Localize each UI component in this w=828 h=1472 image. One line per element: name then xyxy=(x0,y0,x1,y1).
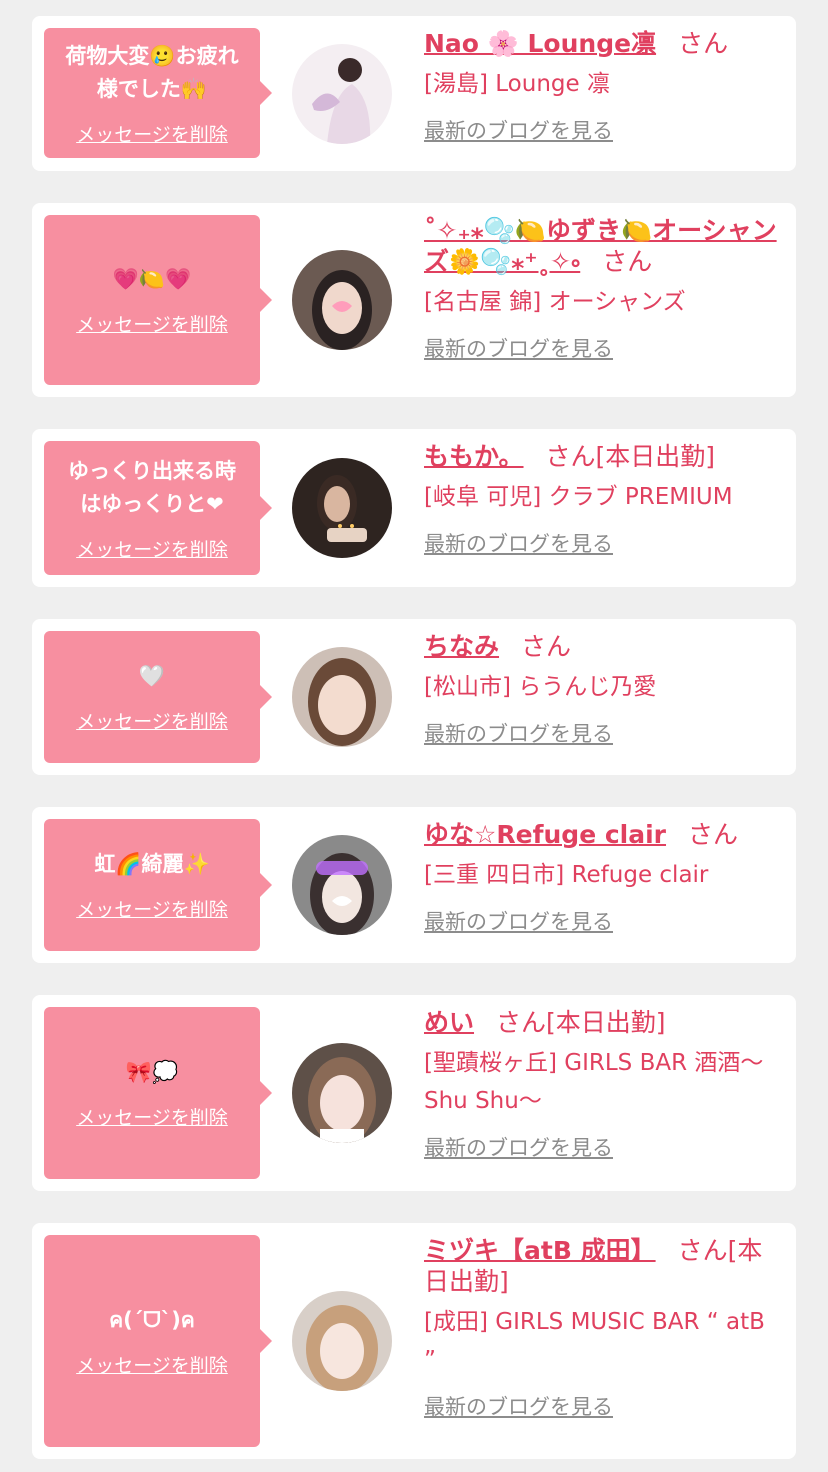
message-bubble: 🤍 メッセージを削除 xyxy=(44,631,272,763)
message-text: ゆっくり出来る時 はゆっくりと❤︎ xyxy=(68,458,236,516)
avatar-image xyxy=(292,647,392,747)
honorific: さん xyxy=(688,820,739,849)
cast-name-link[interactable]: ミヅキ【atB 成田】 xyxy=(424,1236,656,1265)
cast-name-link[interactable]: Nao 🌸 Lounge凛 xyxy=(424,29,656,58)
message-card: 💗🍋💗 メッセージを削除 ˚✧₊⁎🫧🍋ゆずき🍋オーシャンズ🌼🫧⁎⁺˳✧༚ さん [… xyxy=(32,203,796,397)
delete-message-link[interactable]: メッセージを削除 xyxy=(76,120,228,147)
avatar[interactable] xyxy=(292,1043,392,1143)
avatar-image xyxy=(292,835,392,935)
message-list: 荷物大変🥲お疲れ 様でした🙌 メッセージを削除 Nao 🌸 Lounge凛 さん … xyxy=(0,0,828,1472)
latest-blog-link[interactable]: 最新のブログを見る xyxy=(424,333,613,363)
card-info: ミヅキ【atB 成田】 さん[本日出勤] [成田] GIRLS MUSIC BAR… xyxy=(424,1235,780,1421)
latest-blog-link[interactable]: 最新のブログを見る xyxy=(424,115,613,145)
message-card: ค(ˊᗜˋ)ค メッセージを削除 ミヅキ【atB 成田】 さん[本日出勤] [成田… xyxy=(32,1223,796,1459)
cast-name-link[interactable]: ˚✧₊⁎🫧🍋ゆずき🍋オーシャンズ🌼🫧⁎⁺˳✧༚ xyxy=(424,216,777,276)
honorific: さん xyxy=(521,632,572,661)
shop-info: [湯島] Lounge 凛 xyxy=(424,71,610,97)
latest-blog-link[interactable]: 最新のブログを見る xyxy=(424,718,613,748)
avatar-image xyxy=(292,44,392,144)
card-info: ちなみ さん [松山市] らうんじ乃愛 最新のブログを見る xyxy=(424,631,780,748)
card-info: めい さん[本日出勤] [聖蹟桜ヶ丘] GIRLS BAR 酒酒〜Shu Shu〜… xyxy=(424,1007,780,1162)
avatar[interactable] xyxy=(292,250,392,350)
latest-blog-link[interactable]: 最新のブログを見る xyxy=(424,906,613,936)
message-bubble: 虹🌈綺麗✨ メッセージを削除 xyxy=(44,819,272,951)
message-card: 🤍 メッセージを削除 ちなみ さん [松山市] らうんじ乃愛 最新のブログを見る xyxy=(32,619,796,775)
latest-blog-link[interactable]: 最新のブログを見る xyxy=(424,528,613,558)
honorific: さん xyxy=(678,29,729,58)
message-bubble: ค(ˊᗜˋ)ค メッセージを削除 xyxy=(44,1235,272,1447)
message-text: 荷物大変🥲お疲れ 様でした🙌 xyxy=(65,43,239,101)
delete-message-link[interactable]: メッセージを削除 xyxy=(76,1103,228,1130)
shop-info: [岐阜 可児] クラブ PREMIUM xyxy=(424,484,733,510)
message-card: ゆっくり出来る時 はゆっくりと❤︎ メッセージを削除 ももか。 さん[本日出勤] … xyxy=(32,429,796,587)
attendance-status: [本日出勤] xyxy=(595,442,716,471)
attendance-status: [本日出勤] xyxy=(546,1008,666,1037)
delete-message-link[interactable]: メッセージを削除 xyxy=(76,895,228,922)
delete-message-link[interactable]: メッセージを削除 xyxy=(76,1351,228,1378)
avatar[interactable] xyxy=(292,458,392,558)
delete-message-link[interactable]: メッセージを削除 xyxy=(76,310,228,337)
avatar-image xyxy=(292,458,392,558)
honorific: さん xyxy=(677,1236,728,1265)
latest-blog-link[interactable]: 最新のブログを見る xyxy=(424,1391,613,1421)
message-text: 🎀💭 xyxy=(125,1060,179,1084)
honorific: さん xyxy=(545,442,596,471)
message-card: 🎀💭 メッセージを削除 めい さん[本日出勤] [聖蹟桜ヶ丘] GIRLS BAR… xyxy=(32,995,796,1191)
shop-info: [三重 四日市] Refuge clair xyxy=(424,862,709,888)
card-info: ももか。 さん[本日出勤] [岐阜 可児] クラブ PREMIUM 最新のブログを… xyxy=(424,441,780,558)
avatar-image xyxy=(292,1043,392,1143)
avatar[interactable] xyxy=(292,835,392,935)
honorific: さん xyxy=(602,247,653,276)
avatar-image xyxy=(292,250,392,350)
shop-info: [成田] GIRLS MUSIC BAR “ atB ” xyxy=(424,1309,765,1373)
message-bubble: ゆっくり出来る時 はゆっくりと❤︎ メッセージを削除 xyxy=(44,441,272,575)
cast-name-link[interactable]: ちなみ xyxy=(424,632,499,661)
card-info: ˚✧₊⁎🫧🍋ゆずき🍋オーシャンズ🌼🫧⁎⁺˳✧༚ さん [名古屋 錦] オーシャンズ… xyxy=(424,215,780,363)
shop-info: [松山市] らうんじ乃愛 xyxy=(424,674,657,700)
message-text: 🤍 xyxy=(138,664,166,688)
card-info: Nao 🌸 Lounge凛 さん [湯島] Lounge 凛 最新のブログを見る xyxy=(424,28,780,145)
delete-message-link[interactable]: メッセージを削除 xyxy=(76,707,228,734)
avatar[interactable] xyxy=(292,647,392,747)
delete-message-link[interactable]: メッセージを削除 xyxy=(76,535,228,562)
latest-blog-link[interactable]: 最新のブログを見る xyxy=(424,1132,613,1162)
avatar[interactable] xyxy=(292,1291,392,1391)
cast-name-link[interactable]: ゆな☆Refuge clair xyxy=(424,820,666,849)
message-text: 💗🍋💗 xyxy=(112,267,192,291)
message-bubble: 💗🍋💗 メッセージを削除 xyxy=(44,215,272,385)
cast-name-link[interactable]: ももか。 xyxy=(424,442,524,471)
honorific: さん xyxy=(496,1008,547,1037)
message-card: 虹🌈綺麗✨ メッセージを削除 ゆな☆Refuge clair さん [三重 四日市… xyxy=(32,807,796,963)
cast-name-link[interactable]: めい xyxy=(424,1008,474,1037)
message-text: ค(ˊᗜˋ)ค xyxy=(109,1308,195,1332)
message-bubble: 荷物大変🥲お疲れ 様でした🙌 メッセージを削除 xyxy=(44,28,272,158)
message-text: 虹🌈綺麗✨ xyxy=(94,852,210,876)
message-bubble: 🎀💭 メッセージを削除 xyxy=(44,1007,272,1179)
message-card: 荷物大変🥲お疲れ 様でした🙌 メッセージを削除 Nao 🌸 Lounge凛 さん … xyxy=(32,16,796,171)
avatar[interactable] xyxy=(292,44,392,144)
shop-info: [名古屋 錦] オーシャンズ xyxy=(424,289,686,315)
shop-info: [聖蹟桜ヶ丘] GIRLS BAR 酒酒〜Shu Shu〜 xyxy=(424,1050,764,1114)
avatar-image xyxy=(292,1291,392,1391)
card-info: ゆな☆Refuge clair さん [三重 四日市] Refuge clair … xyxy=(424,819,780,936)
